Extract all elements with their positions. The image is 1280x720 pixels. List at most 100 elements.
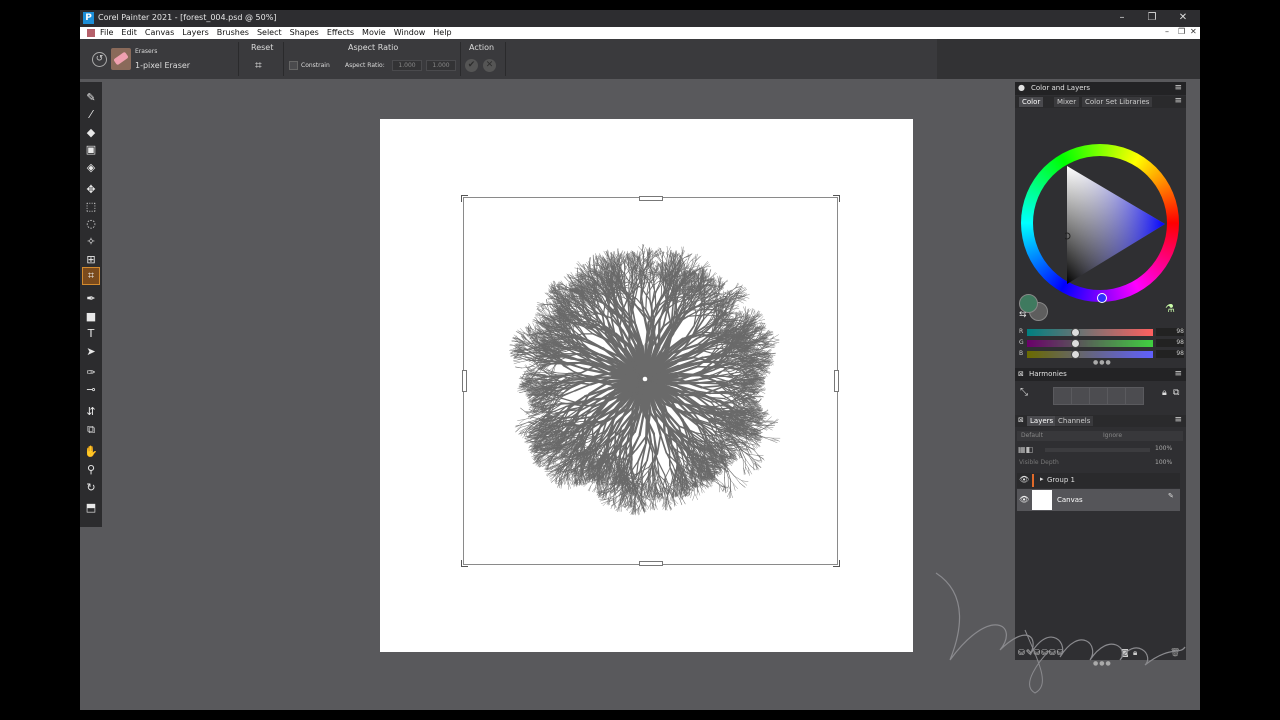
rect-selection-icon[interactable]: ⬚ <box>83 199 99 215</box>
visible-depth-value[interactable]: 100% <box>1155 459 1172 466</box>
cloner-icon[interactable]: ✑ <box>83 365 99 381</box>
lock-harmony-icon[interactable]: 🔒︎ <box>1162 388 1167 398</box>
slider-track[interactable] <box>1027 340 1153 347</box>
menu-item-effects[interactable]: Effects <box>327 28 354 37</box>
menu-item-select[interactable]: Select <box>257 28 282 37</box>
panel-menu-icon[interactable]: ≡ <box>1174 83 1182 93</box>
shape-selection-icon[interactable]: ➤ <box>83 344 99 360</box>
commit-crop-button[interactable]: ✔ <box>465 59 478 72</box>
paint-bucket-icon[interactable]: ◆ <box>83 125 99 141</box>
rectangle-shape-icon[interactable]: ■ <box>83 309 99 325</box>
opacity-value[interactable]: 100% <box>1155 445 1172 452</box>
doc-close-button[interactable]: ✕ <box>1190 27 1197 36</box>
close-layers-icon[interactable]: ⊠ <box>1018 416 1024 424</box>
crop-handle[interactable] <box>833 195 840 202</box>
constrain-checkbox[interactable] <box>289 61 298 70</box>
saturation-value-triangle[interactable] <box>1065 166 1167 286</box>
panel-resize-grip-icon[interactable]: ●●● <box>1093 359 1112 366</box>
menu-item-shapes[interactable]: Shapes <box>290 28 319 37</box>
layer-item-group-1[interactable]: 👁︎ ▸ Group 1 <box>1017 473 1180 488</box>
composite-method-select[interactable]: Default <box>1017 431 1101 441</box>
eraser-tool-icon[interactable]: ◈ <box>83 160 99 176</box>
layer-edit-icon[interactable]: ✎ <box>1168 492 1174 500</box>
slider-value-field[interactable]: 98 <box>1156 339 1184 347</box>
harmony-swatch[interactable] <box>1107 387 1126 405</box>
cancel-crop-button[interactable]: ✕ <box>483 59 496 72</box>
harmony-swatch[interactable] <box>1089 387 1108 405</box>
crop-handle[interactable] <box>639 561 663 566</box>
rubber-stamp-icon[interactable]: ⊸ <box>83 382 99 398</box>
menu-item-edit[interactable]: Edit <box>121 28 137 37</box>
tab-color-set-libraries[interactable]: Color Set Libraries <box>1082 97 1153 107</box>
slider-value-field[interactable]: 98 <box>1156 328 1184 336</box>
brush-selector-button[interactable] <box>111 48 131 70</box>
crop-handle[interactable] <box>461 195 468 202</box>
pen-tool-icon[interactable]: ✒ <box>83 291 99 307</box>
eye-icon[interactable]: 👁︎ <box>1019 475 1029 484</box>
slider-knob[interactable] <box>1070 350 1080 359</box>
slider-value-field[interactable]: 98 <box>1156 350 1184 358</box>
crop-handle[interactable] <box>639 196 663 201</box>
rotate-page-icon[interactable]: ↻ <box>83 480 99 496</box>
navigator-icon[interactable]: ⬒ <box>83 500 99 516</box>
grabber-icon[interactable]: ✋ <box>83 444 99 460</box>
layers-menu-icon[interactable]: ≡ <box>1174 415 1182 425</box>
crop-tool-icon[interactable]: ⌗ <box>82 267 100 285</box>
doc-restore-button[interactable]: ❐ <box>1178 27 1185 36</box>
tab-channels[interactable]: Channels <box>1055 416 1094 426</box>
layer-lock-icons[interactable]: ▦◧ <box>1018 445 1033 454</box>
crop-handle[interactable] <box>461 560 468 567</box>
layer-adjuster-icon[interactable]: ✥ <box>83 182 99 198</box>
color-menu-icon[interactable]: ≡ <box>1174 96 1182 106</box>
menu-item-movie[interactable]: Movie <box>362 28 386 37</box>
harmony-link-icon[interactable]: ⧉ <box>1173 388 1179 398</box>
restore-button[interactable]: ❐ <box>1145 12 1159 24</box>
tab-layers[interactable]: Layers <box>1027 416 1057 426</box>
harmony-rule-icon[interactable]: ⤡ <box>1020 387 1028 398</box>
tab-mixer[interactable]: Mixer <box>1054 97 1080 107</box>
layer-item-canvas[interactable]: 👁︎ Canvas ✎ <box>1017 489 1180 511</box>
harmony-swatch[interactable] <box>1071 387 1090 405</box>
aspect-height-field[interactable]: 1.000 <box>426 60 456 71</box>
slider-track[interactable] <box>1027 329 1153 336</box>
slider-knob[interactable] <box>1070 339 1080 348</box>
magnifier-icon[interactable]: ⚲ <box>83 462 99 478</box>
reset-crop-icon[interactable]: ⌗ <box>255 58 262 73</box>
crop-handle[interactable] <box>833 560 840 567</box>
slider-track[interactable] <box>1027 351 1153 358</box>
menu-item-help[interactable]: Help <box>433 28 451 37</box>
brush-tool-icon[interactable]: ✎ <box>83 90 99 106</box>
crop-handle[interactable] <box>834 370 839 392</box>
harmonies-menu-icon[interactable]: ≡ <box>1174 369 1182 379</box>
lasso-icon[interactable]: ◌ <box>83 216 99 232</box>
dropper-tool-icon[interactable]: ⁄ <box>83 107 99 123</box>
crop-handle[interactable] <box>462 370 467 392</box>
slider-knob[interactable] <box>1070 328 1080 337</box>
doc-minimize-button[interactable]: – <box>1165 27 1169 36</box>
harmony-swatch[interactable] <box>1125 387 1144 405</box>
gradient-tool-icon[interactable]: ▣ <box>83 142 99 158</box>
eye-icon[interactable]: 👁︎ <box>1019 495 1029 504</box>
menu-item-window[interactable]: Window <box>394 28 426 37</box>
expand-group-icon[interactable]: ▸ <box>1040 475 1044 483</box>
document-icon[interactable] <box>87 29 95 37</box>
close-button[interactable]: ✕ <box>1176 12 1190 24</box>
menu-item-canvas[interactable]: Canvas <box>145 28 174 37</box>
text-tool-icon[interactable]: T <box>83 326 99 342</box>
harmony-swatch[interactable] <box>1053 387 1072 405</box>
menu-item-layers[interactable]: Layers <box>182 28 208 37</box>
composite-depth-select[interactable]: Ignore <box>1099 431 1183 441</box>
close-harmonies-icon[interactable]: ⊠ <box>1018 370 1024 378</box>
menu-item-file[interactable]: File <box>100 28 113 37</box>
perspective-icon[interactable]: ⧉ <box>83 422 99 438</box>
hue-indicator[interactable] <box>1097 293 1107 303</box>
color-picker-icon[interactable]: ⚗ <box>1165 302 1175 315</box>
transform-icon[interactable]: ⊞ <box>83 252 99 268</box>
aspect-width-field[interactable]: 1.000 <box>392 60 422 71</box>
swap-colors-icon[interactable]: ⇆ <box>1019 310 1027 320</box>
document-canvas[interactable] <box>380 119 913 652</box>
tab-color[interactable]: Color <box>1019 97 1044 107</box>
reset-tool-icon[interactable]: ↺ <box>92 52 107 67</box>
menu-item-brushes[interactable]: Brushes <box>217 28 249 37</box>
minimize-button[interactable]: – <box>1115 12 1129 24</box>
